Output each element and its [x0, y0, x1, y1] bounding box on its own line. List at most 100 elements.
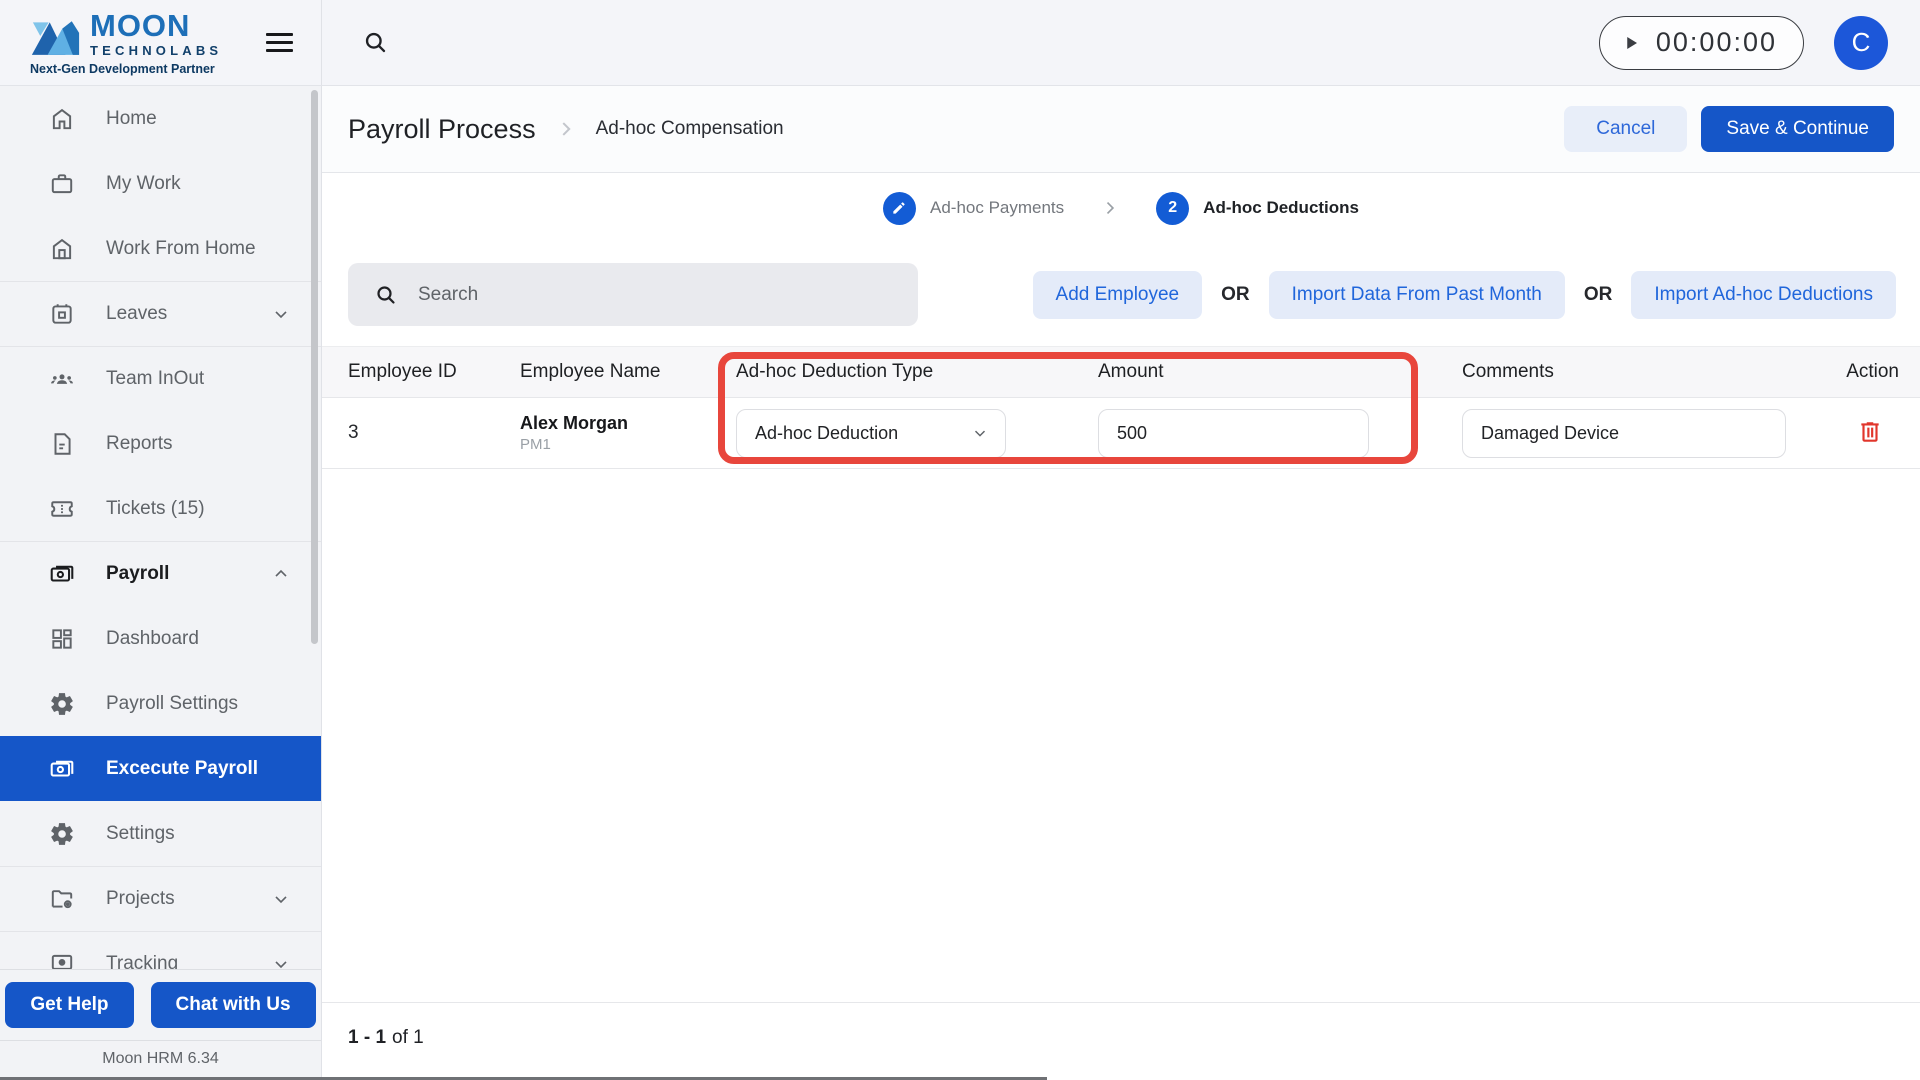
work-from-home-icon — [52, 238, 72, 259]
or-label: OR — [1221, 283, 1250, 305]
ticket-icon — [51, 500, 73, 517]
time-tracker-button[interactable]: 00:00:00 — [1598, 15, 1804, 70]
import-past-month-button[interactable]: Import Data From Past Month — [1268, 270, 1565, 319]
top-bar: MOON TECHNOLABS Next-Gen Development Par… — [0, 0, 1920, 86]
sidebar-item-label: Excecute Payroll — [106, 757, 259, 779]
breadcrumb-chevron-icon — [562, 122, 571, 136]
import-adhoc-deductions-button[interactable]: Import Ad-hoc Deductions — [1631, 270, 1896, 319]
step1-label[interactable]: Ad-hoc Payments — [930, 198, 1064, 218]
page-title: Payroll Process — [348, 113, 536, 144]
table-footer: 1 - 1 of 1 — [322, 1002, 1920, 1072]
search-icon — [377, 285, 395, 304]
sidebar-item-payroll[interactable]: Payroll — [0, 541, 321, 606]
step2-number: 2 — [1168, 199, 1178, 216]
sidebar-item-my-work[interactable]: My Work — [0, 151, 321, 216]
sidebar-footer: Get Help Chat with Us Moon HRM 6.34 — [0, 969, 321, 1080]
col-header-amount: Amount — [1098, 361, 1164, 382]
cell-comments — [1462, 408, 1842, 458]
menu-hamburger-icon[interactable] — [262, 29, 297, 57]
avatar-initial: C — [1851, 27, 1871, 57]
trash-icon — [1861, 421, 1879, 442]
cell-deduction-type: Ad-hoc Deduction — [736, 408, 1098, 458]
step2-label: Ad-hoc Deductions — [1203, 198, 1360, 217]
user-avatar[interactable]: C — [1834, 15, 1888, 70]
table-header-row: Employee ID Employee Name Ad-hoc Deducti… — [322, 346, 1920, 398]
play-icon — [1627, 36, 1637, 49]
sidebar-item-work-from-home[interactable]: Work From Home — [0, 216, 321, 281]
sidebar-item-label: Work From Home — [106, 237, 256, 259]
gear-icon — [51, 692, 73, 715]
sidebar-item-payroll-settings[interactable]: Payroll Settings — [0, 671, 321, 736]
sidebar-item-label: Projects — [106, 888, 175, 909]
cancel-button[interactable]: Cancel — [1564, 106, 1688, 152]
main-content: Payroll Process Ad-hoc Compensation Canc… — [322, 86, 1920, 1080]
sidebar-item-reports[interactable]: Reports — [0, 411, 321, 476]
gear-icon — [51, 822, 73, 845]
brand-name: MOON — [90, 7, 191, 43]
chevron-down-icon — [974, 430, 986, 437]
sidebar-item-leaves[interactable]: Leaves — [0, 281, 321, 346]
sidebar-item-label: Team InOut — [106, 368, 205, 389]
timer-value: 00:00:00 — [1655, 27, 1777, 57]
table-toolbar: Add Employee OR Import Data From Past Mo… — [322, 263, 1920, 326]
sidebar-item-label: Payroll — [106, 563, 170, 584]
table-row: 3 Alex Morgan PM1 Ad-hoc Deduction — [322, 398, 1920, 469]
projects-folder-icon — [51, 890, 73, 909]
add-employee-button[interactable]: Add Employee — [1032, 270, 1203, 319]
col-header-employee-id: Employee ID — [348, 361, 457, 382]
sidebar-item-tickets[interactable]: Tickets (15) — [0, 476, 321, 541]
comments-input[interactable] — [1462, 408, 1786, 458]
delete-row-button[interactable] — [1855, 417, 1885, 447]
sidebar-item-label: Leaves — [106, 303, 168, 324]
col-header-employee-name: Employee Name — [520, 361, 661, 382]
sidebar-item-label: Reports — [106, 432, 173, 454]
payroll-icon — [50, 565, 74, 582]
sidebar-item-settings[interactable]: Settings — [0, 801, 321, 866]
page-header: Payroll Process Ad-hoc Compensation Canc… — [322, 86, 1920, 173]
step1-edit-circle[interactable] — [882, 191, 916, 225]
employee-name: Alex Morgan — [520, 412, 629, 433]
amount-input[interactable] — [1098, 408, 1369, 458]
brand-subname: TECHNOLABS — [90, 42, 223, 58]
sidebar-scrollbar[interactable] — [311, 90, 318, 644]
step2-circle[interactable]: 2 — [1156, 191, 1190, 225]
sidebar-item-projects[interactable]: Projects — [0, 866, 321, 931]
deduction-type-select[interactable]: Ad-hoc Deduction — [736, 408, 1006, 458]
stepper: Ad-hoc Payments 2 Ad-hoc Deductions — [322, 173, 1920, 243]
sidebar-item-label: Payroll Settings — [106, 692, 239, 714]
sidebar-item-label: My Work — [106, 172, 181, 194]
sidebar-item-label: Settings — [106, 822, 175, 844]
pencil-icon — [893, 202, 906, 214]
leaves-calendar-icon — [52, 304, 72, 324]
sidebar-item-dashboard[interactable]: Dashboard — [0, 606, 321, 671]
app-version: Moon HRM 6.34 — [0, 1040, 321, 1080]
brand-logo: MOON TECHNOLABS Next-Gen Development Par… — [30, 10, 222, 76]
get-help-button[interactable]: Get Help — [5, 982, 134, 1028]
sidebar-item-home[interactable]: Home — [0, 86, 321, 151]
pagination-range: 1 - 1 — [348, 1026, 387, 1048]
sidebar-item-execute-payroll[interactable]: Excecute Payroll — [0, 736, 321, 801]
chat-with-us-button[interactable]: Chat with Us — [150, 982, 316, 1028]
cell-action — [1842, 417, 1920, 450]
deduction-type-value: Ad-hoc Deduction — [755, 422, 899, 443]
sidebar: Home My Work Work From Home Leaves Team … — [0, 86, 322, 1080]
save-continue-button[interactable]: Save & Continue — [1701, 106, 1894, 152]
global-search-icon[interactable] — [362, 29, 389, 56]
cell-employee-name: Alex Morgan PM1 — [520, 413, 736, 454]
col-header-comments: Comments — [1462, 361, 1554, 382]
dashboard-icon — [52, 628, 72, 649]
sidebar-item-label: Dashboard — [106, 627, 199, 649]
col-header-deduction-type: Ad-hoc Deduction Type — [736, 361, 934, 382]
search-input[interactable] — [418, 283, 858, 306]
table-search[interactable] — [348, 263, 918, 326]
sidebar-item-team-inout[interactable]: Team InOut — [0, 346, 321, 411]
employee-code: PM1 — [520, 436, 551, 454]
sidebar-item-label: Home — [106, 107, 157, 129]
chevron-down-icon — [275, 311, 287, 319]
chevron-up-icon — [275, 569, 287, 577]
step-arrow-icon — [1107, 201, 1115, 215]
execute-payroll-icon — [50, 760, 74, 777]
breadcrumb: Ad-hoc Compensation — [595, 118, 784, 139]
cell-employee-id: 3 — [348, 422, 359, 443]
cell-amount — [1098, 408, 1462, 458]
